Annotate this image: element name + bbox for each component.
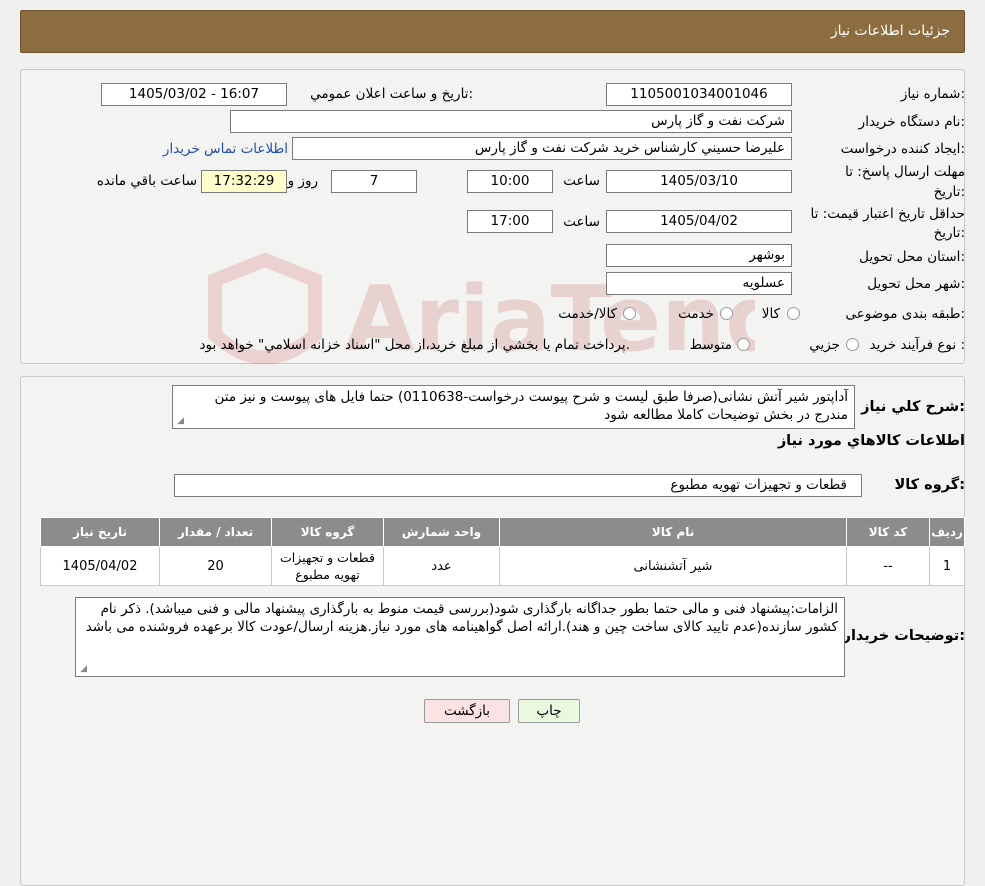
- announce-field: 1405/03/02 - 16:07: [101, 83, 287, 106]
- table-row: 1 -- شير آتشنشانی عدد قطعات و تجهيزات ته…: [40, 546, 965, 586]
- goods-group-value: قطعات و تجهيزات تهويه مطبوع: [670, 477, 847, 493]
- cell-quantity: 20: [159, 546, 272, 586]
- summary-label: شرح کلي نياز:: [861, 399, 965, 415]
- creator-field: عليرضا حسيني کارشناس خريد شرکت نفت و گاز…: [292, 137, 792, 160]
- city-label: شهر محل تحويل:: [867, 276, 965, 292]
- category-label: طبقه بندی موضوعی:: [845, 306, 965, 322]
- header-goods-group: گروه کالا: [271, 517, 384, 547]
- validity-time-label: ساعت: [563, 214, 600, 230]
- print-button[interactable]: چاپ: [518, 699, 580, 723]
- price-validity-label: حداقل تاريخ اعتبار قيمت: تا: [810, 206, 965, 222]
- buyer-contact-link[interactable]: اطلاعات تماس خريدار: [163, 141, 288, 157]
- creator-label: ايجاد کننده درخواست:: [840, 141, 965, 157]
- category-radio-goods[interactable]: [787, 307, 800, 320]
- cell-item-code: --: [846, 546, 930, 586]
- cell-item-name: شير آتشنشانی: [499, 546, 847, 586]
- cell-unit: عدد: [383, 546, 500, 586]
- need-number-field: 1105001034001046: [606, 83, 792, 106]
- buyer-org-label: نام دستگاه خريدار:: [858, 114, 965, 130]
- header-row-number: رديف: [929, 517, 965, 547]
- header-item-code: کد کالا: [846, 517, 930, 547]
- buyer-org-field: شرکت نفت و گاز پارس: [230, 110, 792, 133]
- process-label: نوع فرآيند خريد :: [869, 337, 965, 353]
- reply-deadline-label-2: تاريخ:: [933, 184, 965, 200]
- process-note: پرداخت تمام يا بخشي از مبلغ خريد،از محل …: [199, 337, 630, 353]
- city-field: عسلويه: [606, 272, 792, 295]
- summary-text: آداپتور شیر آتش نشانی(صرفا طبق لیست و شر…: [214, 389, 848, 423]
- price-validity-label-2: تاريخ:: [933, 225, 965, 241]
- resize-grip-icon[interactable]: ◢: [175, 417, 184, 426]
- goods-table: رديف کد کالا نام کالا واحد شمارش گروه کا…: [40, 517, 965, 586]
- cell-row-number: 1: [929, 546, 965, 586]
- header-quantity: تعداد / مقدار: [159, 517, 272, 547]
- reply-time-label: ساعت: [563, 173, 600, 189]
- buyer-notes-label: توضيحات خريدار:: [842, 628, 965, 644]
- validity-date-field: 1405/04/02: [606, 210, 792, 233]
- process-radio-minor[interactable]: [846, 338, 859, 351]
- resize-grip-icon[interactable]: ◢: [78, 665, 87, 674]
- announce-label: تاریخ و ساعت اعلان عمومي:: [310, 86, 473, 102]
- process-radio-medium[interactable]: [737, 338, 750, 351]
- buyer-notes-textarea[interactable]: الزامات:پیشنهاد فنی و مالی حتما بطور جدا…: [75, 597, 845, 677]
- category-option-goods: کالا: [761, 306, 780, 322]
- process-option-minor: جزيي: [809, 337, 840, 353]
- category-radio-goods-service[interactable]: [623, 307, 636, 320]
- header-unit: واحد شمارش: [383, 517, 500, 547]
- summary-textarea[interactable]: آداپتور شیر آتش نشانی(صرفا طبق لیست و شر…: [172, 385, 855, 429]
- province-field: بوشهر: [606, 244, 792, 267]
- goods-group-field: قطعات و تجهيزات تهويه مطبوع: [174, 474, 862, 497]
- goods-info-title: اطلاعات کالاهاي مورد نياز: [777, 433, 965, 449]
- days-field: 7: [331, 170, 417, 193]
- back-button[interactable]: بازگشت: [424, 699, 510, 723]
- reply-date-field: 1405/03/10: [606, 170, 792, 193]
- cell-goods-group: قطعات و تجهيزات تهويه مطبوع: [271, 546, 384, 586]
- category-radio-service[interactable]: [720, 307, 733, 320]
- remaining-time-field: 17:32:29: [201, 170, 287, 193]
- process-option-medium: متوسط: [689, 337, 732, 353]
- validity-time-field: 17:00: [467, 210, 553, 233]
- header-need-date: تاريخ نياز: [40, 517, 160, 547]
- category-option-goods-service: کالا/خدمت: [558, 306, 617, 322]
- page-header: جزئیات اطلاعات نیاز: [20, 10, 965, 53]
- days-label: روز و: [287, 173, 318, 189]
- goods-group-label: گروه کالا:: [894, 477, 965, 493]
- category-option-service: خدمت: [678, 306, 714, 322]
- need-number-label: شماره نیاز:: [900, 86, 965, 102]
- province-label: استان محل تحويل:: [859, 249, 965, 265]
- reply-deadline-label: مهلت ارسال پاسخ: تا: [845, 164, 965, 180]
- reply-time-field: 10:00: [467, 170, 553, 193]
- remaining-time-label: ساعت باقي مانده: [96, 173, 197, 189]
- table-header-row: رديف کد کالا نام کالا واحد شمارش گروه کا…: [40, 517, 965, 547]
- header-item-name: نام کالا: [499, 517, 847, 547]
- buyer-notes-text: الزامات:پیشنهاد فنی و مالی حتما بطور جدا…: [85, 601, 838, 635]
- page-title: جزئیات اطلاعات نیاز: [830, 23, 950, 39]
- cell-need-date: 1405/04/02: [40, 546, 160, 586]
